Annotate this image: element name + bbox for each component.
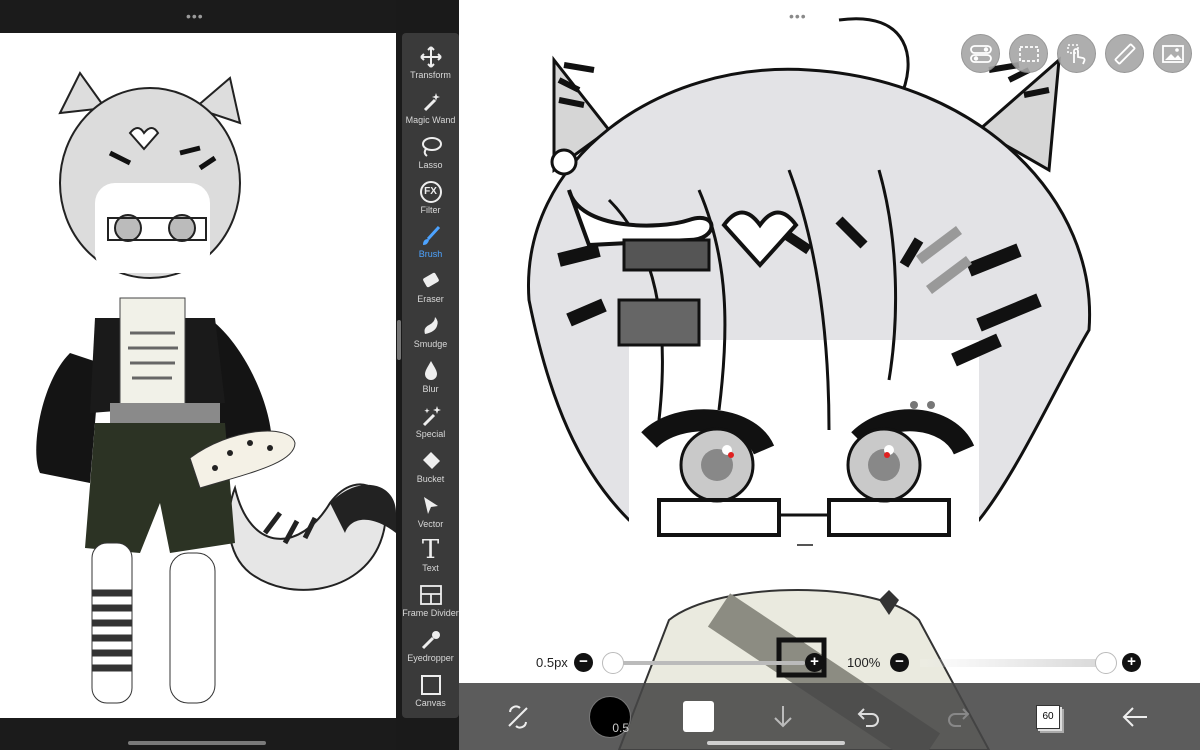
opacity-track[interactable] [920, 659, 1102, 667]
brush-size-label: 0.5px [536, 655, 568, 670]
tool-text[interactable]: T Text [402, 535, 459, 583]
top-toolbar [961, 34, 1192, 73]
tool-label: Smudge [413, 339, 448, 350]
image-icon[interactable] [1153, 34, 1192, 73]
tool-vector[interactable]: Vector [402, 494, 459, 539]
tool-magic-wand[interactable]: Magic Wand [402, 90, 459, 135]
tool-smudge[interactable]: Smudge [402, 314, 459, 359]
tool-label: Eyedropper [407, 653, 454, 664]
tool-label: Brush [418, 249, 443, 260]
tool-bucket[interactable]: Bucket [402, 449, 459, 494]
tool-rail: Transform Magic Wand Lasso FX Filter Brush Era… [402, 33, 459, 718]
tool-brush[interactable]: Brush [402, 224, 459, 269]
pane-handle[interactable]: ••• [789, 8, 807, 24]
eraser-icon [417, 269, 445, 293]
character-illustration-full [36, 71, 396, 704]
opacity-slider-thumb[interactable] [1095, 652, 1117, 674]
brush-size-track[interactable] [605, 661, 805, 665]
brush-size-increase-button[interactable]: + [805, 653, 824, 672]
bucket-icon [417, 449, 445, 473]
selection-icon[interactable] [1009, 34, 1048, 73]
frame-divider-icon [417, 583, 445, 607]
drop-icon [417, 359, 445, 383]
tool-eraser[interactable]: Eraser [402, 269, 459, 314]
split-view-handle[interactable] [397, 320, 401, 360]
brush-size-button[interactable]: 0.5 [588, 683, 632, 750]
tool-frame-divider[interactable]: Frame Divider [402, 583, 459, 628]
home-indicator [128, 741, 266, 745]
tool-label: Canvas [415, 698, 446, 709]
tool-label: Bucket [416, 473, 445, 484]
touch-icon[interactable] [1057, 34, 1096, 73]
toggle-icon[interactable] [961, 34, 1000, 73]
character-illustration-closeup [527, 17, 1092, 750]
brush-preview: 0.5 [589, 695, 631, 738]
tool-label: Magic Wand [405, 114, 456, 125]
home-indicator [707, 741, 845, 745]
bottom-toolbar: 0.5 60 [459, 683, 1200, 750]
tool-label: Lasso [418, 159, 443, 170]
reference-canvas[interactable] [0, 33, 396, 718]
smudge-icon [417, 314, 445, 338]
opacity-increase-button[interactable]: + [1122, 653, 1141, 672]
opacity-decrease-button[interactable]: − [890, 653, 909, 672]
tool-label: Blur [422, 384, 439, 395]
brush-size-slider-thumb[interactable] [602, 652, 624, 674]
pane-handle[interactable]: ••• [186, 8, 204, 24]
back-arrow-icon[interactable] [1120, 683, 1150, 750]
color-button[interactable] [678, 683, 718, 750]
download-arrow-icon[interactable] [768, 683, 798, 750]
ruler-icon[interactable] [1105, 34, 1144, 73]
move-arrows-icon [417, 45, 445, 69]
layers-icon: 60 [1036, 704, 1060, 729]
drawing-canvas[interactable]: ••• 0.5px − + 100% − + 0.5 60 [459, 0, 1200, 750]
current-color-swatch [682, 701, 714, 732]
tool-label: Transform [410, 70, 451, 80]
canvas-icon [417, 673, 445, 697]
redo-icon[interactable] [943, 683, 973, 750]
tool-canvas[interactable]: Canvas [402, 673, 459, 718]
lasso-icon [417, 135, 445, 159]
opacity-label: 100% [847, 655, 881, 670]
text-glyph: T [421, 535, 440, 566]
brush-settings-row: 0.5px − + 100% − + [459, 650, 1200, 676]
tool-label: Eraser [417, 294, 444, 305]
tool-label: Frame Divider [402, 608, 459, 619]
tool-blur[interactable]: Blur [402, 359, 459, 404]
quick-action-icon[interactable] [503, 683, 533, 750]
reference-pane: ••• [0, 0, 396, 750]
cursor-arrow-icon [417, 494, 445, 518]
eyedropper-icon [417, 628, 445, 652]
tool-label: Special [415, 428, 446, 439]
brush-size-decrease-button[interactable]: − [574, 653, 593, 672]
brush-icon [417, 224, 445, 248]
tool-eyedropper[interactable]: Eyedropper [402, 628, 459, 673]
undo-icon[interactable] [854, 683, 884, 750]
tool-label: Text [422, 563, 439, 574]
tool-label: Vector [417, 518, 444, 529]
fx-icon: FX [417, 180, 445, 204]
tool-label: Filter [420, 204, 441, 215]
tool-special[interactable]: Special [402, 404, 459, 449]
tool-lasso[interactable]: Lasso [402, 135, 459, 180]
brush-size-badge: 0.5 [612, 720, 629, 735]
magic-wand-icon [417, 90, 445, 114]
tool-filter[interactable]: FX Filter [402, 180, 459, 225]
text-icon: T [417, 535, 445, 566]
tool-transform[interactable]: Transform [402, 45, 459, 90]
layers-button[interactable]: 60 [1033, 683, 1063, 750]
sparkle-wand-icon [417, 404, 445, 428]
fx-glyph: FX [419, 180, 442, 203]
